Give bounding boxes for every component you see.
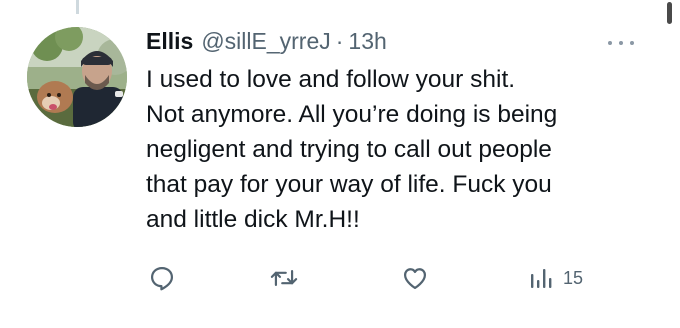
scrollbar-thumb[interactable] (667, 2, 672, 24)
author-handle[interactable]: @sillE_yrreJ (201, 28, 330, 55)
avatar[interactable] (27, 27, 127, 127)
retweet-button[interactable] (269, 258, 299, 298)
like-button[interactable] (400, 258, 430, 298)
timestamp[interactable]: 13h (348, 28, 386, 55)
more-dot (619, 41, 623, 45)
views-button[interactable]: 15 (529, 258, 583, 298)
author-name[interactable]: Ellis (146, 28, 193, 55)
tweet-actions: 15 (146, 258, 616, 298)
reply-button[interactable] (148, 258, 176, 298)
tweet-header: Ellis @sillE_yrreJ · 13h (146, 28, 620, 62)
tweet-text: I used to love and follow your shit. Not… (146, 66, 558, 233)
profile-photo (27, 27, 127, 127)
reply-icon (150, 266, 174, 291)
views-chart-icon (531, 269, 552, 288)
more-dot (608, 41, 612, 45)
views-count: 15 (563, 267, 584, 288)
thread-connector-line (76, 0, 79, 14)
more-dot (630, 41, 634, 45)
more-horizontal-icon[interactable] (608, 38, 634, 48)
heart-icon (403, 268, 427, 290)
separator-dot: · (335, 28, 344, 54)
retweet-icon (270, 269, 298, 287)
